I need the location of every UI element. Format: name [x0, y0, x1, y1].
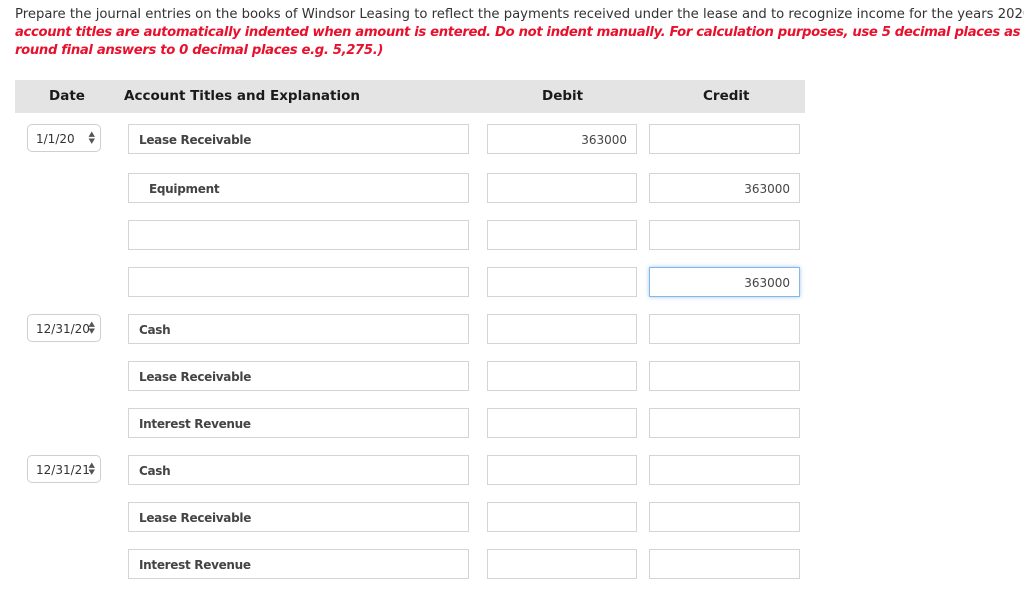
account-title-input[interactable]: Lease Receivable	[128, 124, 469, 154]
debit-input[interactable]	[487, 408, 637, 438]
journal-row	[0, 220, 1024, 250]
credit-input[interactable]	[649, 220, 800, 250]
journal-row: 363000	[0, 267, 1024, 297]
credit-input[interactable]	[649, 502, 800, 532]
date-select[interactable]: 1/1/20 ▲ ▼	[27, 124, 101, 152]
account-title-input[interactable]: Cash	[128, 314, 469, 344]
instructions-note-line2: account titles are automatically indente…	[15, 25, 1024, 40]
header-debit: Debit	[542, 88, 584, 104]
debit-input[interactable]: 363000	[487, 124, 637, 154]
header-credit: Credit	[703, 88, 750, 104]
credit-input[interactable]: 363000	[649, 267, 800, 297]
credit-input[interactable]	[649, 408, 800, 438]
credit-input[interactable]	[649, 455, 800, 485]
credit-input[interactable]	[649, 361, 800, 391]
date-value: 12/31/20	[36, 322, 90, 336]
debit-input[interactable]	[487, 314, 637, 344]
credit-input[interactable]	[649, 124, 800, 154]
account-title-input[interactable]	[128, 267, 469, 297]
credit-input[interactable]: 363000	[649, 173, 800, 203]
journal-row: 12/31/20 ▲ ▼ Cash	[0, 314, 1024, 344]
up-down-caret-icon: ▲ ▼	[88, 320, 95, 335]
up-down-caret-icon: ▲ ▼	[88, 461, 95, 476]
instructions-note-line3: round final answers to 0 decimal places …	[15, 43, 384, 58]
debit-input[interactable]	[487, 361, 637, 391]
credit-input[interactable]	[649, 549, 800, 579]
account-title-input[interactable]: Equipment	[128, 173, 469, 203]
debit-input[interactable]	[487, 502, 637, 532]
account-title-input[interactable]: Cash	[128, 455, 469, 485]
debit-input[interactable]	[487, 549, 637, 579]
account-title-input[interactable]: Interest Revenue	[128, 408, 469, 438]
journal-table-header: Date Account Titles and Explanation Debi…	[15, 80, 805, 113]
header-date: Date	[49, 88, 85, 104]
debit-input[interactable]	[487, 173, 637, 203]
credit-input[interactable]	[649, 314, 800, 344]
up-down-caret-icon: ▲ ▼	[88, 130, 95, 145]
account-title-input[interactable]: Lease Receivable	[128, 502, 469, 532]
date-value: 12/31/21	[36, 463, 90, 477]
instructions-main: Prepare the journal entries on the books…	[15, 7, 1024, 22]
account-title-input[interactable]: Lease Receivable	[128, 361, 469, 391]
debit-input[interactable]	[487, 267, 637, 297]
journal-row: Lease Receivable	[0, 502, 1024, 532]
account-title-input[interactable]: Interest Revenue	[128, 549, 469, 579]
journal-row: 1/1/20 ▲ ▼ Lease Receivable 363000	[0, 124, 1024, 154]
date-select[interactable]: 12/31/20 ▲ ▼	[27, 314, 101, 342]
date-select[interactable]: 12/31/21 ▲ ▼	[27, 455, 101, 483]
journal-row: 12/31/21 ▲ ▼ Cash	[0, 455, 1024, 485]
debit-input[interactable]	[487, 455, 637, 485]
journal-row: Interest Revenue	[0, 408, 1024, 438]
journal-row: Lease Receivable	[0, 361, 1024, 391]
header-account: Account Titles and Explanation	[124, 88, 361, 104]
account-title-input[interactable]	[128, 220, 469, 250]
journal-row: Equipment 363000	[0, 173, 1024, 203]
instructions: Prepare the journal entries on the books…	[15, 6, 1024, 60]
date-value: 1/1/20	[36, 132, 75, 146]
journal-row: Interest Revenue	[0, 549, 1024, 579]
debit-input[interactable]	[487, 220, 637, 250]
